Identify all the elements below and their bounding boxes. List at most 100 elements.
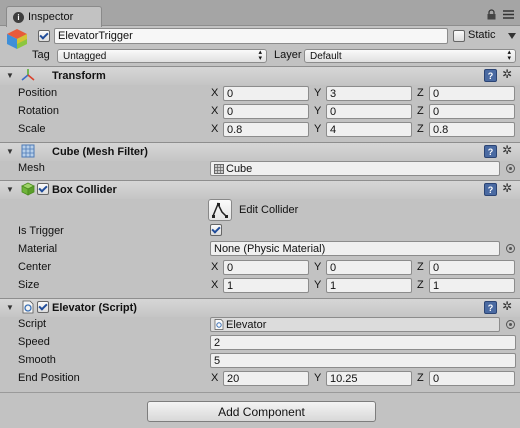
elevator-script-title: Elevator (Script) <box>52 302 137 314</box>
updown-arrows-icon: ▴ ▾ <box>258 49 262 62</box>
end-position-x-field[interactable]: 20 <box>223 371 309 386</box>
gameobject-cube-icon <box>7 29 27 49</box>
rotation-y-field[interactable]: 0 <box>326 104 412 119</box>
object-picker-icon[interactable] <box>506 320 515 329</box>
mesh-label: Mesh <box>18 162 45 174</box>
csharp-script-icon <box>214 319 224 330</box>
center-label: Center <box>18 261 52 273</box>
edit-collider-label: Edit Collider <box>239 204 299 216</box>
tag-value: Untagged <box>63 50 107 62</box>
box-collider-icon <box>21 182 35 196</box>
info-icon: i <box>13 11 24 23</box>
size-z-field[interactable]: 1 <box>429 278 515 293</box>
smooth-field[interactable]: 5 <box>210 353 516 368</box>
scale-x-field[interactable]: 0.8 <box>223 122 309 137</box>
end-position-y-field[interactable]: 10.25 <box>326 371 412 386</box>
mesh-value: Cube <box>226 162 253 175</box>
axis-y-label: Y <box>314 123 322 135</box>
position-z-field[interactable]: 0 <box>429 86 515 101</box>
static-checkbox[interactable] <box>453 30 465 42</box>
tag-dropdown[interactable]: Untagged ▴ ▾ <box>57 49 267 63</box>
center-x-field[interactable]: 0 <box>223 260 309 275</box>
size-x-field[interactable]: 1 <box>223 278 309 293</box>
position-x-field[interactable]: 0 <box>223 86 309 101</box>
rotation-z-field[interactable]: 0 <box>429 104 515 119</box>
gear-icon[interactable]: ✲ <box>502 299 512 313</box>
transform-icon <box>21 69 35 81</box>
scale-label: Scale <box>18 123 46 135</box>
layer-label: Layer <box>274 49 302 61</box>
mesh-grid-icon <box>21 144 35 158</box>
help-icon[interactable]: ? <box>484 183 497 196</box>
axis-x-label: X <box>211 261 219 273</box>
gear-icon[interactable]: ✲ <box>502 181 512 195</box>
axis-z-label: Z <box>417 372 424 384</box>
mesh-filter-title: Cube (Mesh Filter) <box>52 146 148 158</box>
gear-icon[interactable]: ✲ <box>502 67 512 81</box>
is-trigger-label: Is Trigger <box>18 225 64 237</box>
elevator-enabled-checkbox[interactable] <box>37 301 49 313</box>
scale-y-field[interactable]: 4 <box>326 122 412 137</box>
box-collider-enabled-checkbox[interactable] <box>37 183 49 195</box>
foldout-arrow-icon[interactable]: ▼ <box>6 71 14 80</box>
axis-x-label: X <box>211 372 219 384</box>
updown-arrows-icon: ▴ ▾ <box>507 49 511 62</box>
axis-y-label: Y <box>314 279 322 291</box>
axis-z-label: Z <box>417 123 424 135</box>
foldout-arrow-icon[interactable]: ▼ <box>6 185 14 194</box>
help-icon[interactable]: ? <box>484 301 497 314</box>
material-label: Material <box>18 243 58 255</box>
menu-icon[interactable] <box>503 10 514 20</box>
is-trigger-checkbox[interactable] <box>210 224 222 236</box>
scale-z-field[interactable]: 0.8 <box>429 122 515 137</box>
foldout-arrow-icon[interactable]: ▼ <box>6 147 14 156</box>
layer-value: Default <box>310 50 342 62</box>
center-z-field[interactable]: 0 <box>429 260 515 275</box>
axis-x-label: X <box>211 279 219 291</box>
lock-icon[interactable] <box>486 9 497 20</box>
axis-x-label: X <box>211 105 219 117</box>
end-position-z-field[interactable]: 0 <box>429 371 515 386</box>
active-checkbox[interactable] <box>38 30 50 42</box>
position-y-field[interactable]: 3 <box>326 86 412 101</box>
rotation-x-field[interactable]: 0 <box>223 104 309 119</box>
script-object-field[interactable]: Elevator <box>210 317 500 332</box>
end-position-label: End Position <box>18 372 80 384</box>
mesh-grid-icon <box>214 163 224 174</box>
axis-z-label: Z <box>417 87 424 99</box>
edit-collider-button[interactable] <box>208 199 232 221</box>
mesh-object-field[interactable]: Cube <box>210 161 500 176</box>
foldout-arrow-icon[interactable]: ▼ <box>6 303 14 312</box>
axis-x-label: X <box>211 123 219 135</box>
static-label: Static <box>468 29 496 41</box>
rotation-label: Rotation <box>18 105 59 117</box>
divider <box>0 392 520 393</box>
axis-y-label: Y <box>314 372 322 384</box>
size-y-field[interactable]: 1 <box>326 278 412 293</box>
axis-z-label: Z <box>417 261 424 273</box>
edit-collider-icon <box>212 202 228 218</box>
axis-z-label: Z <box>417 279 424 291</box>
center-y-field[interactable]: 0 <box>326 260 412 275</box>
tag-label: Tag <box>32 49 50 61</box>
name-field[interactable]: ElevatorTrigger <box>54 28 448 44</box>
smooth-label: Smooth <box>18 354 56 366</box>
gear-icon[interactable]: ✲ <box>502 143 512 157</box>
tab-label: Inspector <box>28 11 74 23</box>
object-picker-icon[interactable] <box>506 244 515 253</box>
layer-dropdown[interactable]: Default ▴ ▾ <box>304 49 516 63</box>
transform-title: Transform <box>52 70 106 82</box>
help-icon[interactable]: ? <box>484 69 497 82</box>
script-value: Elevator <box>226 318 267 331</box>
speed-label: Speed <box>18 336 50 348</box>
csharp-script-icon <box>22 300 34 314</box>
position-label: Position <box>18 87 58 99</box>
add-component-button[interactable]: Add Component <box>147 401 376 422</box>
speed-field[interactable]: 2 <box>210 335 516 350</box>
tab-inspector[interactable]: i Inspector <box>6 6 102 27</box>
static-dropdown-icon[interactable] <box>508 33 516 39</box>
material-object-field[interactable]: None (Physic Material) <box>210 241 500 256</box>
object-picker-icon[interactable] <box>506 164 515 173</box>
axis-x-label: X <box>211 87 219 99</box>
help-icon[interactable]: ? <box>484 145 497 158</box>
